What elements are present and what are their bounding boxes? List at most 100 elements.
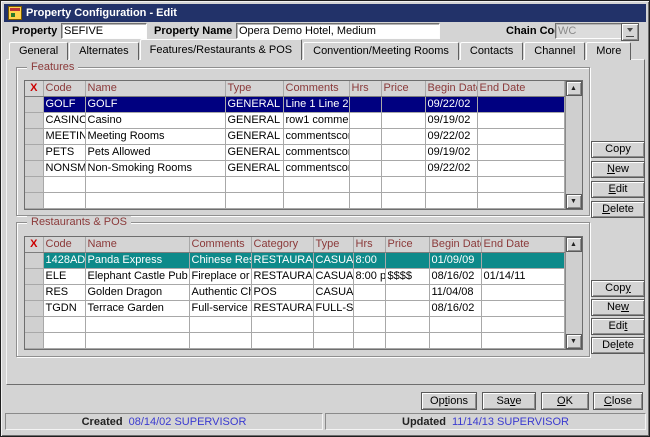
row-selector-cell[interactable]: [25, 161, 43, 177]
table-row[interactable]: GOLF GOLF GENERAL Line 1 Line 2Line 09/2…: [25, 97, 564, 113]
col-comments: Comments: [189, 237, 251, 253]
row-selector-cell[interactable]: [25, 129, 43, 145]
cell-begin-date: 08/16/02: [429, 301, 481, 317]
features-scrollbar[interactable]: ▲ ▼: [565, 81, 582, 209]
restaurants-group: Restaurants & POS X Code Name Comments C…: [16, 222, 590, 357]
tab-general[interactable]: General: [9, 42, 68, 60]
dropdown-bar-icon: [626, 36, 634, 37]
chain-code-input[interactable]: [555, 23, 622, 39]
table-row-empty[interactable]: [25, 317, 564, 333]
save-button[interactable]: Save: [482, 392, 536, 410]
col-name: Name: [85, 237, 189, 253]
cell-code: RES: [43, 285, 85, 301]
created-label: Created: [82, 416, 123, 428]
restaurants-edit-button[interactable]: Edit: [591, 318, 645, 335]
row-selector-cell[interactable]: [25, 113, 43, 129]
row-selector-cell[interactable]: [25, 269, 43, 285]
tab-channel[interactable]: Channel: [524, 42, 585, 60]
cell-code: ELE: [43, 269, 85, 285]
col-x: X: [25, 81, 43, 97]
updated-status-panel: Updated 11/14/13 SUPERVISOR: [325, 413, 646, 430]
cell-category: RESTAURANT: [251, 269, 313, 285]
cell-hrs: 8:00 pm: [353, 269, 385, 285]
cell-begin-date: 11/04/08: [429, 285, 481, 301]
options-button[interactable]: Options: [421, 392, 477, 410]
cell-end-date: [481, 285, 564, 301]
tab-content-panel: Features X Code Name Type Comments Hrs P…: [6, 59, 645, 385]
property-name-input[interactable]: [236, 23, 440, 39]
features-table: X Code Name Type Comments Hrs Price Begi…: [25, 81, 565, 209]
row-selector-cell[interactable]: [25, 301, 43, 317]
cell-end-date: 01/14/11: [481, 269, 564, 285]
cell-price: [385, 285, 429, 301]
cell-type: GENERAL: [225, 113, 283, 129]
row-selector-cell[interactable]: [25, 317, 43, 333]
restaurants-copy-button[interactable]: Copy: [591, 280, 645, 297]
cell-price: [385, 253, 429, 269]
col-x: X: [25, 237, 43, 253]
table-row-empty[interactable]: [25, 177, 564, 193]
table-row[interactable]: ELE Elephant Castle Pub Fireplace or pat…: [25, 269, 564, 285]
ok-button[interactable]: OK: [541, 392, 589, 410]
scroll-track[interactable]: [566, 96, 582, 194]
table-row[interactable]: RES Golden Dragon Authentic Chines POS C…: [25, 285, 564, 301]
row-selector-cell[interactable]: [25, 145, 43, 161]
cell-code: MEETING: [43, 129, 85, 145]
col-end-date: End Date: [477, 81, 564, 97]
cell-category: RESTAURANT: [251, 253, 313, 269]
chain-code-lov-button[interactable]: [621, 23, 639, 41]
table-row[interactable]: 1428AD Panda Express Chinese Restau REST…: [25, 253, 564, 269]
tab-alternates[interactable]: Alternates: [69, 42, 139, 60]
tab-features-restaurants-pos[interactable]: Features/Restaurants & POS: [140, 39, 302, 60]
scroll-track[interactable]: [566, 252, 582, 334]
cell-end-date: [477, 113, 564, 129]
row-selector-cell[interactable]: [25, 177, 43, 193]
tab-convention-meeting-rooms[interactable]: Convention/Meeting Rooms: [303, 42, 459, 60]
cell-end-date: [477, 145, 564, 161]
screen: Property Configuration - Edit Property P…: [0, 0, 650, 437]
features-delete-button[interactable]: Delete: [591, 201, 645, 218]
col-code: Code: [43, 81, 85, 97]
row-selector-cell[interactable]: [25, 285, 43, 301]
cell-comments: Line 1 Line 2Line: [283, 97, 349, 113]
features-group-label: Features: [27, 61, 78, 73]
row-selector-cell[interactable]: [25, 253, 43, 269]
cell-type: CASUAL: [313, 253, 353, 269]
close-button[interactable]: Close: [593, 392, 643, 410]
table-row-empty[interactable]: [25, 333, 564, 349]
restaurants-delete-button[interactable]: Delete: [591, 337, 645, 354]
table-row[interactable]: TGDN Terrace Garden Full-service dinin R…: [25, 301, 564, 317]
features-new-button[interactable]: New: [591, 161, 645, 178]
table-row-empty[interactable]: [25, 193, 564, 209]
cell-comments: commentscomme: [283, 161, 349, 177]
cell-hrs: 8:00: [353, 253, 385, 269]
cell-type: GENERAL: [225, 129, 283, 145]
tab-strip: General Alternates Features/Restaurants …: [9, 41, 632, 60]
col-comments: Comments: [283, 81, 349, 97]
row-selector-cell[interactable]: [25, 193, 43, 209]
features-edit-button[interactable]: Edit: [591, 181, 645, 198]
tab-contacts[interactable]: Contacts: [460, 42, 523, 60]
cell-code: NONSMK: [43, 161, 85, 177]
cell-code: PETS: [43, 145, 85, 161]
table-row[interactable]: PETS Pets Allowed GENERAL commentscomme …: [25, 145, 564, 161]
table-row[interactable]: NONSMK Non-Smoking Rooms GENERAL comment…: [25, 161, 564, 177]
restaurants-scrollbar[interactable]: ▲ ▼: [565, 237, 582, 349]
table-row[interactable]: CASINO Casino GENERAL row1 comments o 09…: [25, 113, 564, 129]
created-status-panel: Created 08/14/02 SUPERVISOR: [5, 413, 323, 430]
tab-more[interactable]: More: [586, 42, 631, 60]
row-selector-cell[interactable]: [25, 333, 43, 349]
scroll-down-icon[interactable]: ▼: [566, 194, 582, 209]
restaurants-table: X Code Name Comments Category Type Hrs P…: [25, 237, 565, 349]
updated-label: Updated: [402, 416, 446, 428]
features-copy-button[interactable]: Copy: [591, 141, 645, 158]
property-input[interactable]: [61, 23, 147, 39]
cell-begin-date: 09/22/02: [425, 129, 477, 145]
scroll-up-icon[interactable]: ▲: [566, 81, 582, 96]
col-type: Type: [225, 81, 283, 97]
row-selector-cell[interactable]: [25, 97, 43, 113]
table-row[interactable]: MEETING Meeting Rooms GENERAL commentsco…: [25, 129, 564, 145]
scroll-down-icon[interactable]: ▼: [566, 334, 582, 349]
scroll-up-icon[interactable]: ▲: [566, 237, 582, 252]
restaurants-new-button[interactable]: New: [591, 299, 645, 316]
